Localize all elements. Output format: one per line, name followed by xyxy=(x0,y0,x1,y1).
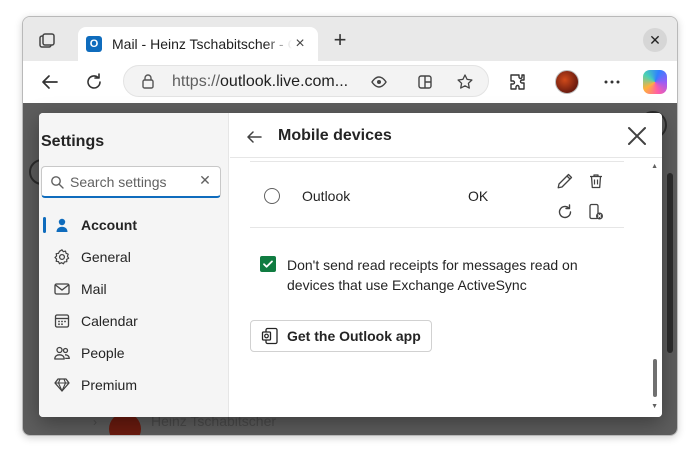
chevron-right-icon: › xyxy=(93,415,97,429)
edit-pencil-icon[interactable] xyxy=(555,171,575,191)
sidebar-item-label: Mail xyxy=(81,281,107,297)
browser-toolbar: https://outlook.live.com... xyxy=(23,61,677,103)
get-app-label: Get the Outlook app xyxy=(287,328,421,344)
read-aloud-icon[interactable] xyxy=(368,71,390,93)
tab-close-icon[interactable]: × xyxy=(292,36,308,52)
settings-nav: Settings ✕ Account xyxy=(39,113,229,417)
scrollbar-thumb[interactable] xyxy=(653,359,657,397)
more-icon[interactable] xyxy=(601,71,623,93)
close-icon[interactable] xyxy=(626,125,648,147)
get-outlook-app-button[interactable]: Get the Outlook app xyxy=(250,320,432,352)
read-receipts-checkbox[interactable] xyxy=(260,256,276,272)
diamond-icon xyxy=(53,376,71,394)
search-settings-box[interactable]: ✕ xyxy=(41,166,221,198)
back-arrow-icon[interactable] xyxy=(244,127,264,147)
refresh-icon[interactable] xyxy=(83,71,105,93)
tab-outlook-mail[interactable]: O Mail - Heinz Tschabitscher - Outlook × xyxy=(78,27,318,61)
search-icon xyxy=(50,175,64,189)
settings-title: Settings xyxy=(41,133,105,150)
search-settings-input[interactable] xyxy=(70,172,195,192)
background-scrollbar xyxy=(667,173,673,353)
profile-avatar[interactable] xyxy=(555,70,579,94)
sync-refresh-icon[interactable] xyxy=(555,202,575,222)
device-select-radio[interactable] xyxy=(264,188,280,204)
sidebar-item-label: Premium xyxy=(81,377,138,393)
person-icon xyxy=(53,216,71,234)
people-icon xyxy=(53,344,71,362)
sidebar-item-calendar[interactable]: Calendar xyxy=(39,305,229,337)
sidebar-item-label: Calendar xyxy=(81,313,138,329)
sidebar-item-premium[interactable]: Premium xyxy=(39,369,229,401)
scroll-up-arrow-icon[interactable]: ▲ xyxy=(651,163,658,170)
device-status: OK xyxy=(468,188,489,204)
mail-icon xyxy=(53,280,71,298)
outlook-favicon-icon: O xyxy=(86,36,102,52)
panel-header-divider xyxy=(230,157,662,158)
address-url: https://outlook.live.com... xyxy=(172,73,348,91)
back-icon[interactable] xyxy=(39,71,61,93)
panel-title: Mobile devices xyxy=(278,127,392,144)
url-host: outlook.live.com... xyxy=(220,73,349,90)
sidebar-item-label: General xyxy=(81,249,131,265)
favorite-star-icon[interactable] xyxy=(454,71,476,93)
scroll-down-arrow-icon[interactable]: ▼ xyxy=(651,403,658,410)
address-bar[interactable]: https://outlook.live.com... xyxy=(123,65,489,97)
row-divider xyxy=(250,227,624,228)
window-close-icon[interactable]: ✕ xyxy=(643,28,667,52)
extensions-icon[interactable] xyxy=(507,71,529,93)
browser-window: O Mail - Heinz Tschabitscher - Outlook ×… xyxy=(22,16,678,436)
tab-strip: O Mail - Heinz Tschabitscher - Outlook ×… xyxy=(23,17,677,61)
sidebar-item-label: People xyxy=(81,345,125,361)
split-screen-icon[interactable] xyxy=(414,71,436,93)
row-divider xyxy=(250,161,624,162)
sidebar-item-label: Account xyxy=(81,217,137,233)
delete-trash-icon[interactable] xyxy=(586,171,606,191)
sidebar-item-mail[interactable]: Mail xyxy=(39,273,229,305)
sidebar-item-people[interactable]: People xyxy=(39,337,229,369)
workspaces-icon[interactable] xyxy=(37,31,57,51)
phone-qr-icon xyxy=(261,327,279,345)
copilot-icon[interactable] xyxy=(643,70,667,94)
lock-icon[interactable] xyxy=(140,73,156,89)
gear-icon xyxy=(53,248,71,266)
device-name: Outlook xyxy=(302,188,351,204)
new-tab-icon[interactable]: + xyxy=(330,29,350,51)
calendar-icon xyxy=(53,312,71,330)
wipe-device-icon[interactable] xyxy=(586,202,606,222)
sidebar-item-account[interactable]: Account xyxy=(39,209,229,241)
settings-dialog: Settings ✕ Account xyxy=(39,113,662,417)
mobile-devices-panel: Mobile devices Outlook OK Don't send rea… xyxy=(230,113,662,417)
clear-search-icon[interactable]: ✕ xyxy=(198,173,212,187)
sidebar-item-general[interactable]: General xyxy=(39,241,229,273)
read-receipts-label: Don't send read receipts for messages re… xyxy=(287,257,578,293)
tab-title: Mail - Heinz Tschabitscher - Outlook xyxy=(112,36,292,52)
url-protocol: https:// xyxy=(172,73,221,90)
settings-nav-list: Account General Mail Calendar People Pre… xyxy=(39,209,229,401)
